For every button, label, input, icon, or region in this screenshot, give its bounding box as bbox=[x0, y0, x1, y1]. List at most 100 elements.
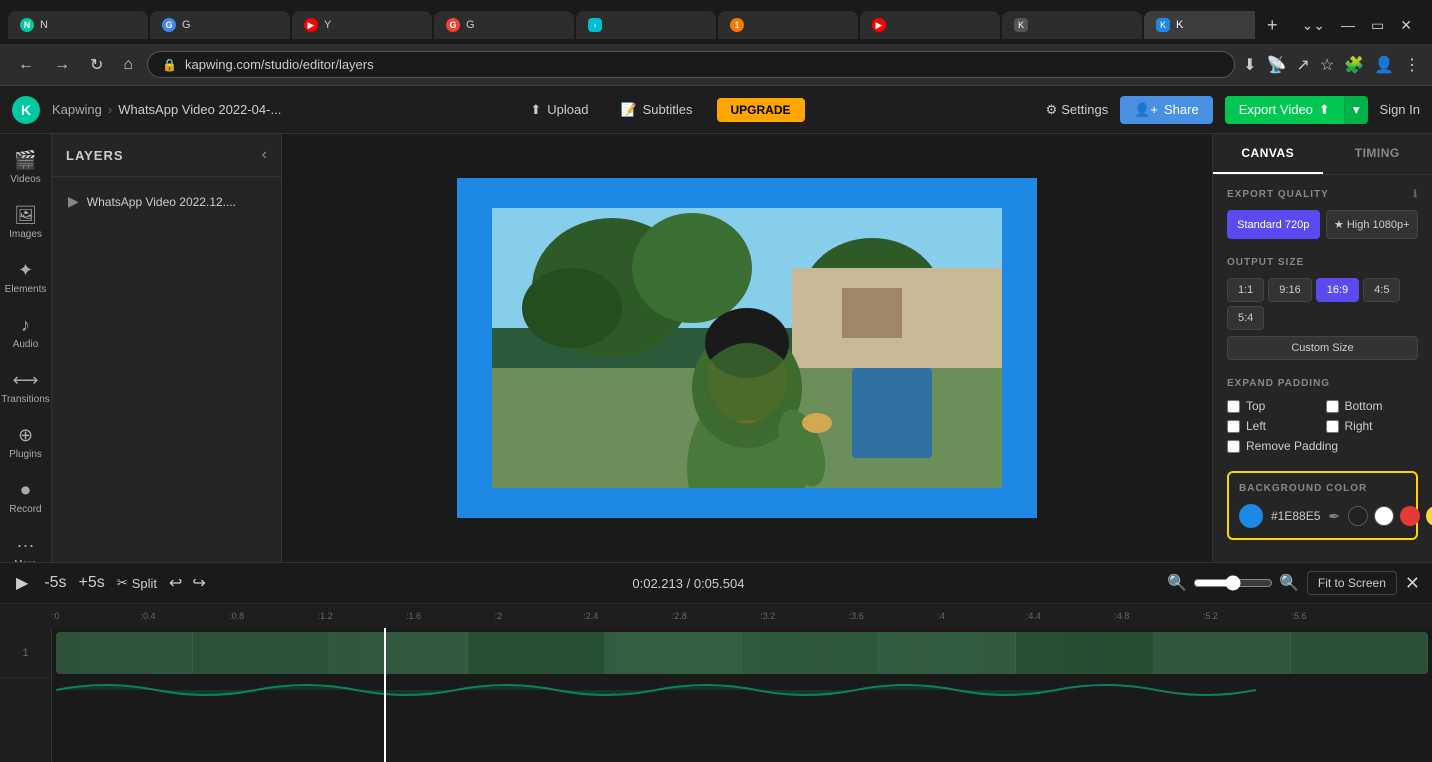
app-container: K Kapwing › WhatsApp Video 2022-04-... ⬆… bbox=[0, 86, 1432, 762]
tab-canvas[interactable]: CANVAS bbox=[1213, 134, 1323, 174]
tab-5[interactable]: › bbox=[576, 11, 716, 39]
padding-bottom-check[interactable]: Bottom bbox=[1326, 399, 1419, 413]
quality-1080p-button[interactable]: ★ High 1080p+ bbox=[1326, 210, 1419, 239]
transitions-label: Transitions bbox=[1, 394, 50, 405]
fit-screen-button[interactable]: Fit to Screen bbox=[1307, 571, 1397, 595]
preset-color-dark[interactable] bbox=[1348, 506, 1368, 526]
sidebar-item-transitions[interactable]: ⟷ Transitions bbox=[3, 362, 49, 413]
padding-left-input[interactable] bbox=[1227, 420, 1240, 433]
restore-icon[interactable]: ▭ bbox=[1371, 17, 1384, 34]
timeline-close-button[interactable]: ✕ bbox=[1405, 573, 1420, 594]
share-button[interactable]: 👤+ Share bbox=[1120, 96, 1212, 124]
sidebar-item-videos[interactable]: 🎬 Videos bbox=[3, 142, 49, 193]
custom-size-button[interactable]: Custom Size bbox=[1227, 336, 1418, 360]
ruler-mark-4: :1.6 bbox=[406, 611, 495, 621]
padding-bottom-input[interactable] bbox=[1326, 400, 1339, 413]
canvas-area[interactable] bbox=[282, 134, 1212, 562]
zoom-slider[interactable] bbox=[1193, 575, 1273, 591]
play-button[interactable]: ▶ bbox=[12, 569, 32, 597]
share-icon[interactable]: ↗ bbox=[1296, 55, 1309, 75]
sidebar-item-more[interactable]: ··· More bbox=[3, 527, 49, 562]
size-5-4-button[interactable]: 5:4 bbox=[1227, 306, 1264, 330]
layers-collapse-button[interactable]: ‹ bbox=[262, 146, 267, 164]
skip-back-button[interactable]: -5s bbox=[40, 570, 70, 596]
preset-color-red[interactable] bbox=[1400, 506, 1420, 526]
subtitles-button[interactable]: 📝 Subtitles bbox=[612, 98, 700, 122]
redo-button[interactable]: ↪ bbox=[188, 569, 209, 597]
padding-grid: Top Bottom Left Right bbox=[1227, 399, 1418, 433]
settings-button[interactable]: ⚙ Settings bbox=[1046, 102, 1109, 118]
padding-top-check[interactable]: Top bbox=[1227, 399, 1320, 413]
zoom-out-icon[interactable]: 🔍 bbox=[1167, 573, 1187, 593]
sidebar-item-elements[interactable]: ✦ Elements bbox=[3, 252, 49, 303]
tab-title-1: N bbox=[40, 19, 136, 31]
subtitles-label: Subtitles bbox=[643, 102, 693, 117]
layer-item[interactable]: ▶ WhatsApp Video 2022.12.... bbox=[60, 185, 273, 218]
tab-6[interactable]: 1 bbox=[718, 11, 858, 39]
export-label: Export Video bbox=[1239, 102, 1313, 117]
ruler-mark-5: :2 bbox=[495, 611, 584, 621]
menu-icon[interactable]: ⋮ bbox=[1404, 55, 1420, 75]
padding-top-input[interactable] bbox=[1227, 400, 1240, 413]
sidebar-item-record[interactable]: ⏺ Record bbox=[3, 472, 49, 523]
download-icon[interactable]: ⬇ bbox=[1243, 55, 1256, 75]
size-4-5-button[interactable]: 4:5 bbox=[1363, 278, 1400, 302]
tab-timing[interactable]: TIMING bbox=[1323, 134, 1432, 174]
frame-6 bbox=[742, 632, 879, 674]
tab-1[interactable]: N N bbox=[8, 11, 148, 39]
record-icon: ⏺ bbox=[21, 480, 30, 501]
video-track[interactable] bbox=[56, 632, 1428, 674]
sidebar-item-audio[interactable]: ♪ Audio bbox=[3, 307, 49, 358]
maximize-icon[interactable]: — bbox=[1341, 17, 1355, 33]
timeline-time: 0:02.213 / 0:05.504 bbox=[218, 576, 1159, 591]
record-label: Record bbox=[9, 504, 41, 515]
extensions-icon[interactable]: 🧩 bbox=[1344, 55, 1364, 75]
zoom-in-icon[interactable]: 🔍 bbox=[1279, 573, 1299, 593]
minimize-icon[interactable]: ⌄⌄ bbox=[1302, 17, 1325, 34]
tab-3[interactable]: ▶ Y bbox=[292, 11, 432, 39]
bookmark-icon[interactable]: ☆ bbox=[1320, 55, 1334, 75]
remove-padding-check[interactable]: Remove Padding bbox=[1227, 439, 1418, 453]
export-button[interactable]: Export Video ⬆ bbox=[1225, 96, 1344, 124]
tracks-column[interactable] bbox=[52, 628, 1432, 762]
app-logo: K bbox=[12, 96, 40, 124]
padding-right-check[interactable]: Right bbox=[1326, 419, 1419, 433]
eyedropper-icon[interactable]: ✒ bbox=[1328, 508, 1340, 525]
size-9-16-button[interactable]: 9:16 bbox=[1268, 278, 1311, 302]
size-1-1-button[interactable]: 1:1 bbox=[1227, 278, 1264, 302]
upgrade-button[interactable]: UPGRADE bbox=[717, 98, 805, 122]
upload-button[interactable]: ⬆ Upload bbox=[522, 98, 596, 122]
export-dropdown-button[interactable]: ▾ bbox=[1344, 96, 1368, 124]
tab-title-3: Y bbox=[324, 19, 420, 31]
new-tab-button[interactable]: + bbox=[1259, 11, 1286, 40]
size-16-9-button[interactable]: 16:9 bbox=[1316, 278, 1359, 302]
url-bar[interactable]: 🔒 kapwing.com/studio/editor/layers bbox=[147, 51, 1235, 78]
plugins-icon: ⊕ bbox=[18, 425, 33, 446]
tab-8[interactable]: K bbox=[1002, 11, 1142, 39]
tab-4[interactable]: G G bbox=[434, 11, 574, 39]
padding-right-input[interactable] bbox=[1326, 420, 1339, 433]
sidebar-item-plugins[interactable]: ⊕ Plugins bbox=[3, 417, 49, 468]
home-button[interactable]: ⌂ bbox=[117, 52, 139, 78]
signin-button[interactable]: Sign In bbox=[1380, 102, 1420, 117]
reload-button[interactable]: ↻ bbox=[84, 51, 109, 79]
remove-padding-input[interactable] bbox=[1227, 440, 1240, 453]
cast-icon[interactable]: 📡 bbox=[1266, 55, 1286, 75]
tab-7[interactable]: ▶ bbox=[860, 11, 1000, 39]
close-icon[interactable]: ✕ bbox=[1400, 17, 1412, 34]
preset-color-yellow[interactable] bbox=[1426, 506, 1432, 526]
tab-2[interactable]: G G bbox=[150, 11, 290, 39]
back-button[interactable]: ← bbox=[12, 52, 40, 78]
quality-720p-button[interactable]: Standard 720p bbox=[1227, 210, 1320, 239]
skip-fwd-button[interactable]: +5s bbox=[75, 570, 109, 596]
padding-left-check[interactable]: Left bbox=[1227, 419, 1320, 433]
preset-color-white[interactable] bbox=[1374, 506, 1394, 526]
profile-icon[interactable]: 👤 bbox=[1374, 55, 1394, 75]
current-color-swatch[interactable] bbox=[1239, 504, 1263, 528]
sidebar-item-images[interactable]: 🖼 Images bbox=[3, 197, 49, 248]
tab-9-active[interactable]: K K × bbox=[1144, 11, 1255, 39]
browser-tabbar: N N G G ▶ Y G G › 1 ▶ bbox=[0, 0, 1432, 44]
forward-button[interactable]: → bbox=[48, 52, 76, 78]
split-button[interactable]: ✂ Split bbox=[117, 575, 157, 591]
undo-button[interactable]: ↩ bbox=[165, 569, 186, 597]
